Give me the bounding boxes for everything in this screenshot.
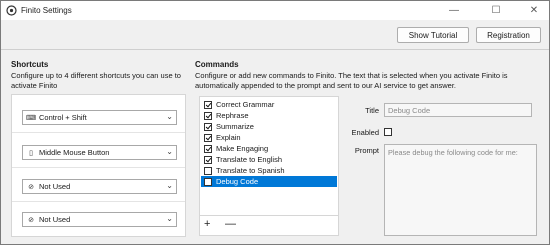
shortcut-value: Not Used [39,182,71,191]
block-icon: ⊘ [28,183,34,191]
command-label: Rephrase [216,111,249,120]
show-tutorial-button[interactable]: Show Tutorial [397,27,469,43]
command-label: Debug Code [216,177,259,186]
enabled-checkbox[interactable] [384,128,392,136]
minimize-button[interactable]: — [439,1,469,20]
shortcut-select-4[interactable]: ⊘ Not Used ⌄ [22,212,177,227]
command-list-toolbar: + — [199,216,339,236]
command-item[interactable]: Rephrase [201,110,337,121]
shortcut-divider [12,167,185,168]
command-label: Make Engaging [216,144,269,153]
keyboard-icon: ⌨ [26,114,37,122]
remove-command-button[interactable]: — [225,218,236,230]
command-label: Correct Grammar [216,100,275,109]
command-checkbox[interactable] [204,133,212,142]
command-detail-panel: Title Enabled Prompt Please debug the fo… [341,96,541,236]
command-checkbox[interactable] [204,177,212,186]
command-checkbox[interactable] [204,155,212,164]
command-checkbox[interactable] [204,100,212,109]
command-checkbox[interactable] [204,111,212,120]
command-item[interactable]: Translate to English [201,154,337,165]
command-checkbox[interactable] [204,122,212,131]
command-checkbox[interactable] [204,144,212,153]
command-item-selected[interactable]: Debug Code [201,176,337,187]
chevron-down-icon: ⌄ [166,181,173,190]
chevron-down-icon: ⌄ [166,147,173,156]
commands-title: Commands [195,60,239,69]
shortcut-select-2[interactable]: ▯ Middle Mouse Button ⌄ [22,145,177,160]
command-item[interactable]: Correct Grammar [201,99,337,110]
shortcut-value: Middle Mouse Button [39,148,110,157]
shortcut-value: Not Used [39,215,71,224]
close-button[interactable]: ✕ [519,1,549,20]
command-label: Explain [216,133,241,142]
command-item[interactable]: Make Engaging [201,143,337,154]
maximize-button[interactable]: ☐ [481,1,511,20]
add-command-button[interactable]: + [204,218,210,230]
shortcuts-panel: ⌨ Control + Shift ⌄ ▯ Middle Mouse Butto… [11,94,186,237]
title-bar: Finito Settings — ☐ ✕ [1,1,549,20]
settings-window: Finito Settings — ☐ ✕ Show Tutorial Regi… [0,0,550,245]
chevron-down-icon: ⌄ [166,112,173,121]
command-item[interactable]: Summarize [201,121,337,132]
command-item[interactable]: Translate to Spanish [201,165,337,176]
shortcuts-title: Shortcuts [11,60,49,69]
prompt-field[interactable]: Please debug the following code for me: [384,144,537,236]
command-label: Translate to Spanish [216,166,285,175]
shortcut-divider [12,201,185,202]
app-icon [6,5,17,16]
shortcut-select-3[interactable]: ⊘ Not Used ⌄ [22,179,177,194]
chevron-down-icon: ⌄ [166,214,173,223]
command-label: Translate to English [216,155,283,164]
block-icon: ⊘ [28,216,34,224]
title-label: Title [365,106,379,115]
prompt-label: Prompt [354,146,379,155]
window-title: Finito Settings [21,6,72,15]
shortcuts-description: Configure up to 4 different shortcuts yo… [11,71,181,90]
commands-description: Configure or add new commands to Finito.… [195,71,508,90]
title-field[interactable] [384,103,532,117]
mouse-icon: ▯ [29,149,33,157]
shortcut-select-1[interactable]: ⌨ Control + Shift ⌄ [22,110,177,125]
shortcut-value: Control + Shift [39,113,87,122]
enabled-label: Enabled [351,128,379,137]
shortcut-divider [12,132,185,133]
header-divider [1,49,549,50]
command-list: Correct Grammar Rephrase Summarize Expla… [199,96,339,216]
command-checkbox[interactable] [204,166,212,175]
command-label: Summarize [216,122,254,131]
registration-button[interactable]: Registration [476,27,541,43]
command-item[interactable]: Explain [201,132,337,143]
